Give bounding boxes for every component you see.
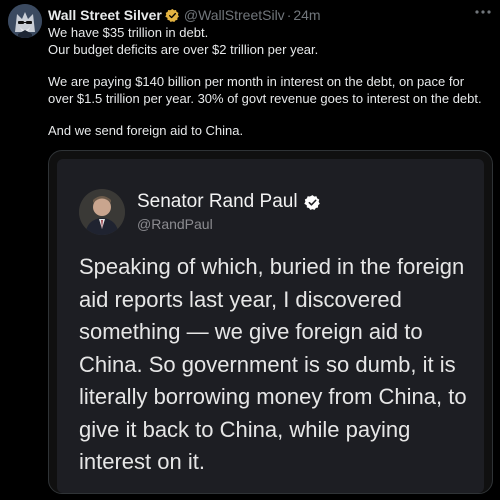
gold-verified-badge-icon[interactable]	[165, 8, 180, 23]
white-verified-badge-icon	[303, 194, 321, 211]
more-horizontal-icon[interactable]	[472, 3, 494, 21]
attached-image[interactable]: Senator Rand Paul @RandPaul Speaking of …	[48, 150, 493, 494]
tweet: Wall Street Silver @WallStreetSilv · 24m…	[0, 0, 500, 500]
profile-photo-icon	[79, 189, 125, 235]
timestamp[interactable]: 24m	[293, 7, 320, 23]
tweet-line: We have $35 trillion in debt.	[48, 25, 209, 40]
wolf-avatar-icon[interactable]	[8, 4, 42, 38]
tweet-line: And we send foreign aid to China.	[48, 123, 244, 138]
tweet-line: Our budget deficits are over $2 trillion…	[48, 41, 319, 57]
tweet-text: We have $35 trillion in debt. Our budget…	[48, 25, 492, 140]
author-name[interactable]: Wall Street Silver	[48, 7, 162, 23]
quoted-tweet-screenshot: Senator Rand Paul @RandPaul Speaking of …	[57, 159, 484, 493]
quoted-author-handle: @RandPaul	[137, 216, 213, 232]
quoted-text: Speaking of which, buried in the foreign…	[79, 254, 467, 474]
quoted-author-name-text: Senator Rand Paul	[137, 191, 298, 212]
quoted-author-name: Senator Rand Paul	[137, 191, 321, 213]
separator: ·	[286, 7, 292, 23]
author-handle[interactable]: @WallStreetSilv	[184, 7, 285, 23]
tweet-header: Wall Street Silver @WallStreetSilv · 24m	[48, 6, 492, 24]
tweet-line: We are paying $140 billion per month in …	[48, 74, 482, 106]
